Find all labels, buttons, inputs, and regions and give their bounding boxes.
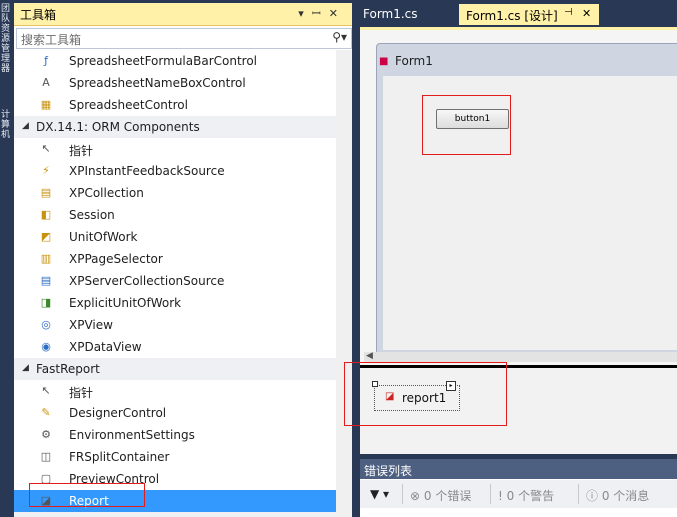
toolbox-group-header[interactable]: ◢ FastReport [14,358,336,380]
error-list-toolbar: ▼ ▾ ⊗ 0 个错误 ! 0 个警告 ⓘ 0 个消息 [360,480,677,508]
settings-gear-icon: ⚙ [41,428,51,441]
pointer-icon: ↖ [41,384,51,397]
side-tab-computer[interactable]: 计算机 [1,110,13,140]
toolbox-title: 工具箱 [20,8,57,22]
toolbox-item-label: 指针 [69,386,94,400]
toolbox-item[interactable]: ✎ DesignerControl [14,402,336,424]
toolbox-header: 工具箱 ▾ꟷ✕ [14,3,352,26]
separator [490,484,491,504]
errors-filter-button[interactable]: ⊗ 0 个错误 [410,487,471,504]
tab-form1-cs[interactable]: Form1.cs [356,4,454,25]
toolbox-item-label: FastReport [36,362,100,376]
toolbox-item[interactable]: ◎ XPView [14,314,336,336]
highlight-box-component [344,362,507,426]
toolbox-group-header[interactable]: ◢ DX.14.1: ORM Components [14,116,336,138]
separator [402,484,403,504]
lightning-icon: ⚡ [42,164,50,177]
form-window[interactable]: ■ Form1 button1 [376,43,677,355]
toolbox-item[interactable]: ⚡ XPInstantFeedbackSource [14,160,336,182]
collapse-triangle-icon[interactable]: ◢ [22,363,29,373]
pageselector-icon: ▥ [40,252,52,265]
side-tab-team-explorer[interactable]: 团队资源管理器 [1,4,13,74]
toolbox-item-label: XPServerCollectionSource [69,274,225,288]
toolbox-item-label: EnvironmentSettings [69,428,195,442]
toolbox-item[interactable]: ƒ SpreadsheetFormulaBarControl [14,50,336,72]
highlight-box-report [29,483,145,507]
messages-filter-button[interactable]: ⓘ 0 个消息 [586,487,649,504]
toolbox-item[interactable]: ▦ SpreadsheetControl [14,94,336,116]
toolbox-item-label: SpreadsheetControl [69,98,188,112]
spreadsheet-icon: ▦ [40,98,52,111]
collection-icon: ▤ [40,186,52,199]
toolbox-item-label: XPInstantFeedbackSource [69,164,225,178]
toolbox-item-label: 指针 [69,144,94,158]
search-placeholder: 搜索工具箱 [21,33,82,47]
servercollection-icon: ▤ [40,274,52,287]
collapse-triangle-icon[interactable]: ◢ [22,121,29,131]
toolbox-item-label: DesignerControl [69,406,167,420]
error-list-header: 错误列表 [360,459,677,479]
pointer-icon: ↖ [41,142,51,155]
toolbox-item[interactable]: ◫ FRSplitContainer [14,446,336,468]
toolbox-item-label: SpreadsheetNameBoxControl [69,76,246,90]
toolbox-item-label: XPView [69,318,113,332]
toolbox-item-label: UnitOfWork [69,230,138,244]
toolbox-item[interactable]: ◩ UnitOfWork [14,226,336,248]
namebox-icon: A [42,76,50,89]
designer-horizontal-scrollbar[interactable]: ◀ [364,351,677,362]
toolbox-item[interactable]: ▤ XPCollection [14,182,336,204]
xpview-icon: ◎ [41,318,51,331]
toolbox-item-label: DX.14.1: ORM Components [36,120,200,134]
toolbox-item[interactable]: ▥ XPPageSelector [14,248,336,270]
toolbox-item-label: XPDataView [69,340,142,354]
toolbox-scrollbar[interactable] [336,50,352,517]
split-container-icon: ◫ [40,450,52,463]
toolbox-item-label: SpreadsheetFormulaBarControl [69,54,258,68]
toolbox-item[interactable]: ⚙ EnvironmentSettings [14,424,336,446]
toolbox-item[interactable]: A SpreadsheetNameBoxControl [14,72,336,94]
search-icon[interactable]: ⚲▾ [332,30,347,44]
pin-icon[interactable]: ꟷ [312,7,329,20]
session-icon: ◧ [40,208,52,221]
tab-close-icon[interactable]: ✕ [582,7,591,20]
close-icon[interactable]: ✕ [329,7,346,20]
toolbox-item-label: XPPageSelector [69,252,163,266]
toolbox-panel: 工具箱 ▾ꟷ✕ 搜索工具箱 ⚲▾ ƒ SpreadsheetFormulaBarC… [14,3,352,517]
toolbox-header-buttons: ▾ꟷ✕ [298,6,346,21]
designer-icon: ✎ [41,406,51,419]
form-title: ■ Form1 [379,54,433,68]
toolbox-item[interactable]: ↖ 指针 [14,380,336,402]
error-list-panel: 错误列表 ▼ ▾ ⊗ 0 个错误 ! 0 个警告 ⓘ 0 个消息 [360,459,677,517]
tab-form1-design[interactable]: Form1.cs [设计] ⊣ ✕ [459,4,599,25]
warnings-filter-button[interactable]: ! 0 个警告 [498,487,554,504]
document-tabs: Form1.cs Form1.cs [设计] ⊣ ✕ [356,4,677,25]
toolbox-item[interactable]: ↖ 指针 [14,138,336,160]
toolbox-item[interactable]: ▤ XPServerCollectionSource [14,270,336,292]
toolbox-item-label: ExplicitUnitOfWork [69,296,182,310]
scroll-left-icon[interactable]: ◀ [366,351,373,361]
toolbox-item[interactable]: ◉ XPDataView [14,336,336,358]
toolbox-item[interactable]: ◨ ExplicitUnitOfWork [14,292,336,314]
filter-icon[interactable]: ▼ ▾ [370,487,389,501]
toolbox-item[interactable]: ◧ Session [14,204,336,226]
form-icon: ■ [379,56,389,67]
dropdown-icon[interactable]: ▾ [298,7,312,20]
toolbox-item-label: XPCollection [69,186,144,200]
toolbox-item-label: FRSplitContainer [69,450,170,464]
toolbox-group-header[interactable]: ◢常规 [14,512,336,517]
tab-pin-icon[interactable]: ⊣ [564,7,573,18]
xpdataview-icon: ◉ [41,340,51,353]
unitofwork-icon: ◩ [40,230,52,243]
toolbox-item-label: Session [69,208,115,222]
side-tool-strip: 团队资源管理器 计算机 [0,0,14,517]
explicit-uow-icon: ◨ [40,296,52,309]
highlight-box-button [422,95,511,155]
separator [578,484,579,504]
toolbox-item-list: ƒ SpreadsheetFormulaBarControl A Spreadshee… [14,50,336,517]
toolbox-search-input[interactable]: 搜索工具箱 ⚲▾ [16,28,352,49]
editor-area: Form1.cs Form1.cs [设计] ⊣ ✕ ■ Form1 butto… [356,0,677,517]
formula-icon: ƒ [44,54,48,67]
